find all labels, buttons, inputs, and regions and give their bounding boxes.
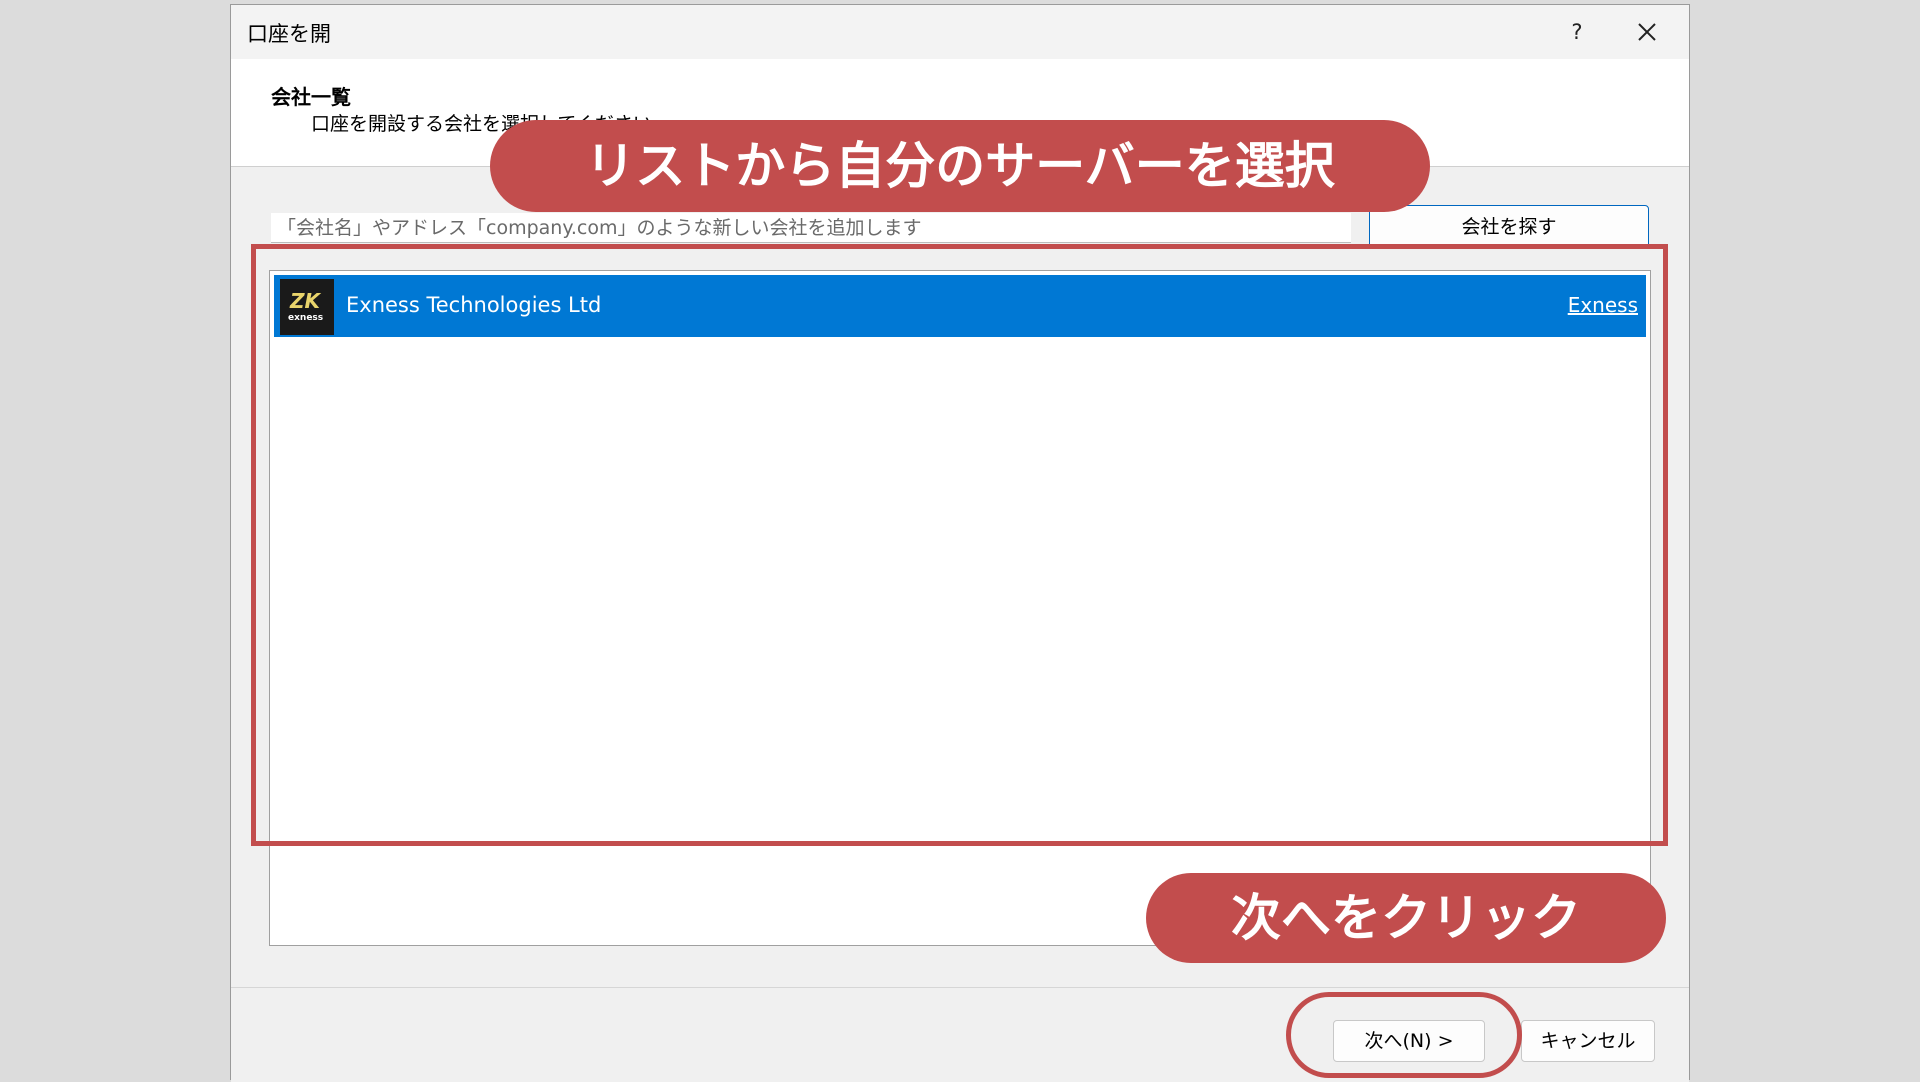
- next-button-highlight: [1286, 992, 1522, 1078]
- list-highlight-frame: [251, 244, 1668, 846]
- help-button[interactable]: ?: [1557, 13, 1597, 51]
- section-title: 会社一覧: [271, 85, 351, 109]
- find-company-button[interactable]: 会社を探す: [1369, 205, 1649, 249]
- cancel-button[interactable]: キャンセル: [1521, 1020, 1655, 1062]
- title-bar: 口座を開 ?: [231, 5, 1689, 59]
- close-button[interactable]: [1627, 13, 1667, 51]
- close-icon: [1638, 23, 1656, 41]
- company-search-input[interactable]: [271, 213, 1351, 243]
- window-title: 口座を開: [247, 22, 331, 46]
- instruction-banner-click-next: 次へをクリック: [1146, 873, 1666, 963]
- instruction-banner-select-server: リストから自分のサーバーを選択: [490, 120, 1430, 212]
